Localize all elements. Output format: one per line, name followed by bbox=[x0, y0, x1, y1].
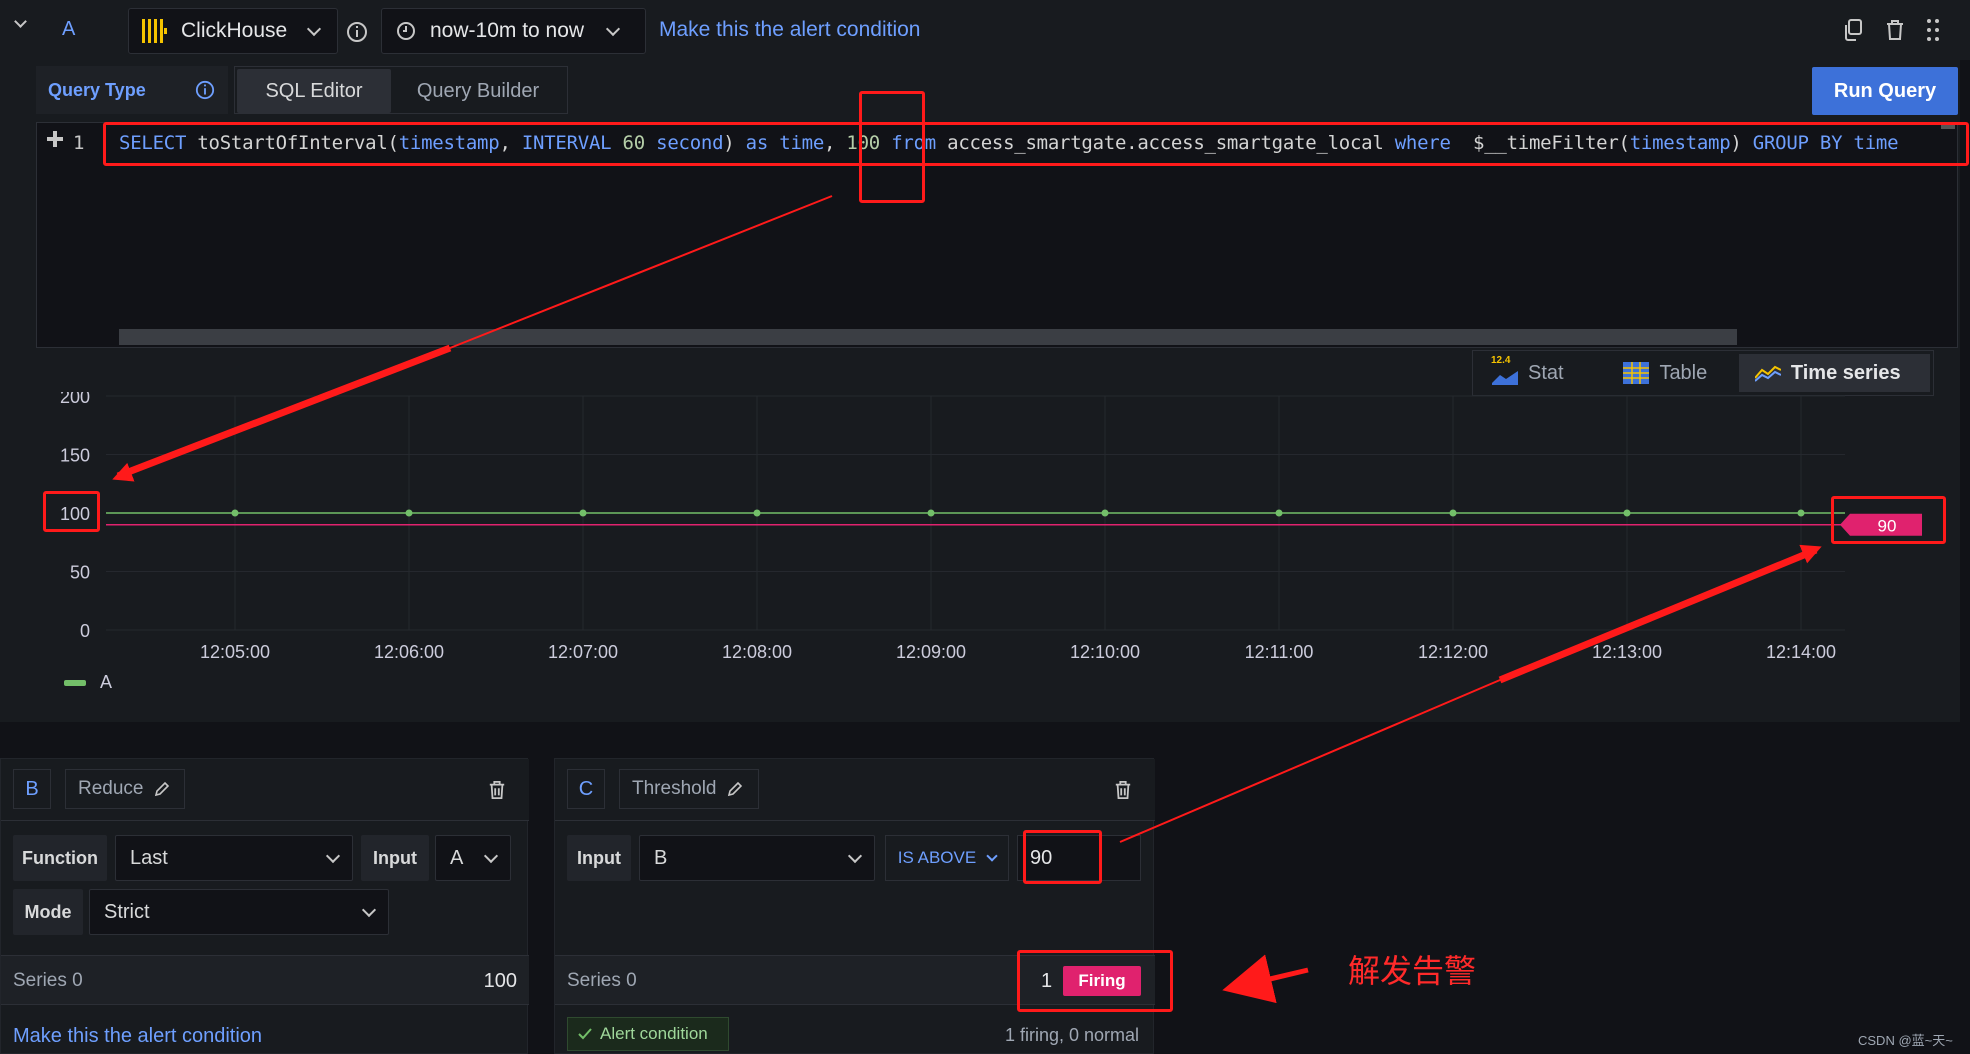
arrow-to-firing bbox=[1222, 954, 1309, 1004]
watermark: CSDN @蓝~天~ bbox=[1858, 1033, 1953, 1048]
annotation-arrows bbox=[112, 195, 1822, 1004]
annotation-note: 解发告警 bbox=[1348, 952, 1477, 990]
